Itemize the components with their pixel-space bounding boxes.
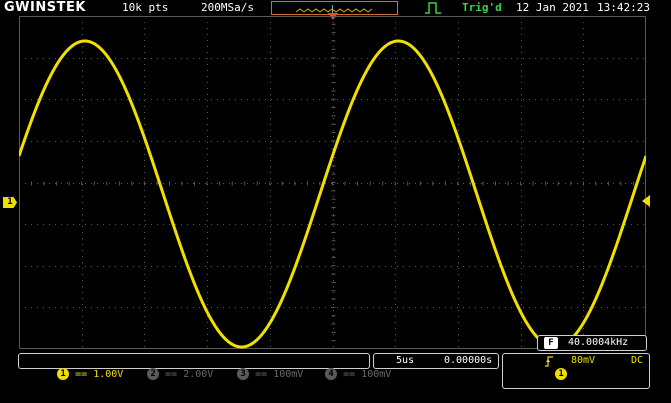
record-length: 10k pts <box>122 1 169 14</box>
ch1-badge: 1 <box>57 368 70 380</box>
ch4-badge: 4 <box>325 368 338 380</box>
trigger-source: 1 <box>519 354 568 396</box>
frequency-readout: F 40.0004kHz <box>537 335 647 351</box>
waveform-display[interactable] <box>19 16 646 349</box>
trigger-source-badge: 1 <box>555 368 568 380</box>
sample-rate: 200MSa/s <box>201 1 254 14</box>
ch1-ground-marker[interactable]: 1 <box>3 197 17 208</box>
frequency-icon: F <box>544 337 558 349</box>
channel-scales: 1 == 1.00V 2 == 2.00V 3 == 100mV 4 == 10… <box>18 353 391 380</box>
ch3-badge: 3 <box>237 368 250 380</box>
trigger-box[interactable]: 1 80mV DC <box>502 353 650 389</box>
bottom-bar: 1 == 1.00V 2 == 2.00V 3 == 100mV 4 == 10… <box>0 352 671 403</box>
date-display: 12 Jan 2021 <box>516 1 589 14</box>
ch3-scale[interactable]: 3 == 100mV <box>201 354 303 396</box>
status-bar: GWINSTEK 10k pts 200MSa/s Trig'd 12 Jan … <box>0 0 671 20</box>
trigger-coupling: DC <box>631 355 644 366</box>
ch2-scale[interactable]: 2 == 2.00V <box>111 354 213 396</box>
ch1-scale[interactable]: 1 == 1.00V <box>21 354 123 396</box>
ch1-waveform <box>19 39 646 349</box>
trigger-edge-icon <box>425 2 441 14</box>
ch4-scale-value: 100mV <box>361 369 392 380</box>
brand-logo: GWINSTEK <box>4 0 86 15</box>
ch2-badge: 2 <box>147 368 160 380</box>
trigger-status: Trig'd <box>462 1 502 14</box>
timebase-scale: 5us <box>396 355 415 366</box>
trigger-level-marker-icon[interactable] <box>640 195 650 207</box>
frequency-value: 40.0004kHz <box>568 337 629 348</box>
timebase-position: 0.00000s <box>444 355 493 366</box>
time-display: 13:42:23 <box>597 1 650 14</box>
trigger-level: 80mV <box>571 355 596 366</box>
timebase-box[interactable]: 5us 0.00000s <box>373 353 499 369</box>
rising-edge-icon <box>545 356 553 367</box>
